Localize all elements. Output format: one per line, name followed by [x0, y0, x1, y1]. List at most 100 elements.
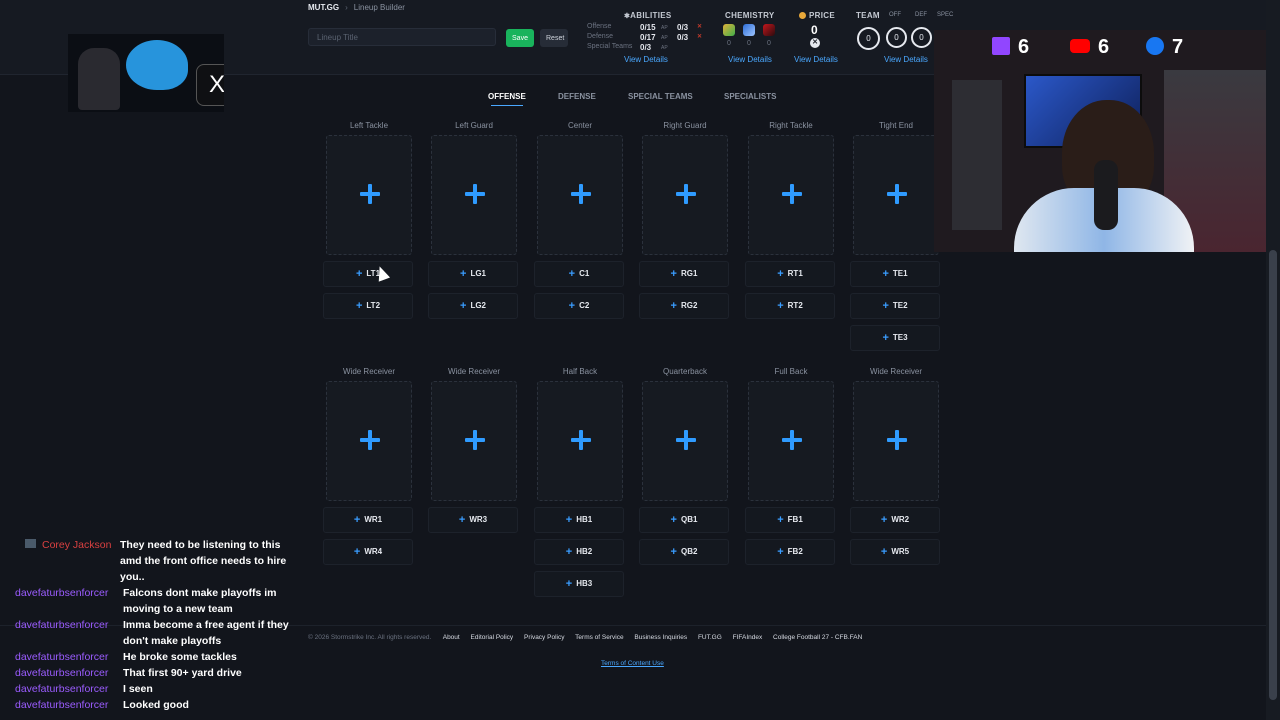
- ability-ap-unit: AP: [661, 45, 668, 51]
- chat-username: davefaturbsenforcer: [15, 619, 109, 631]
- depth-slot-button[interactable]: + RG1: [639, 261, 729, 287]
- footer-link-editorial-policy[interactable]: Editorial Policy: [471, 634, 514, 641]
- player-card-slot[interactable]: [537, 381, 623, 501]
- depth-slot-label: TE3: [892, 333, 908, 342]
- terms-of-content-use-link[interactable]: Terms of Content Use: [601, 660, 664, 667]
- player-card-slot[interactable]: [537, 135, 623, 255]
- tab-defense[interactable]: DEFENSE: [558, 92, 596, 101]
- ability-ap-unit: AP: [661, 35, 668, 41]
- depth-slot-label: LG2: [470, 301, 486, 310]
- abilities-view-details-link[interactable]: View Details: [624, 55, 668, 64]
- depth-slot-button[interactable]: + HB1: [534, 507, 624, 533]
- depth-slot-button[interactable]: + QB1: [639, 507, 729, 533]
- plus-icon: +: [880, 514, 888, 526]
- depth-slot-button[interactable]: + WR4: [323, 539, 413, 565]
- footer: © 2026 Stormstrike Inc. All rights reser…: [308, 634, 871, 641]
- add-player-icon: [465, 430, 485, 450]
- footer-link-business-inquiries[interactable]: Business Inquiries: [634, 634, 687, 641]
- player-card-slot[interactable]: [326, 135, 412, 255]
- depth-slot-button[interactable]: + TE1: [850, 261, 940, 287]
- footer-link-fifaindex[interactable]: FIFAIndex: [733, 634, 763, 641]
- depth-slot-button[interactable]: + RG2: [639, 293, 729, 319]
- depth-slot-button[interactable]: + C1: [534, 261, 624, 287]
- twitch-icon: [992, 37, 1010, 55]
- player-card-slot[interactable]: [431, 135, 517, 255]
- depth-slot-button[interactable]: + LT2: [323, 293, 413, 319]
- depth-slot-button[interactable]: + WR5: [850, 539, 940, 565]
- tab-offense[interactable]: OFFENSE: [488, 92, 526, 101]
- chat-message: davefaturbsenforcer I seen: [15, 681, 305, 697]
- breadcrumb-page[interactable]: Lineup Builder: [354, 3, 405, 12]
- player-card-slot[interactable]: [748, 135, 834, 255]
- add-player-icon: [360, 184, 380, 204]
- chemistry-view-details-link[interactable]: View Details: [728, 55, 772, 64]
- depth-slot-button[interactable]: + WR3: [428, 507, 518, 533]
- team-view-details-link[interactable]: View Details: [884, 55, 928, 64]
- footer-link-cfb-fan[interactable]: College Football 27 - CFB.FAN: [773, 634, 862, 641]
- ability-ap-unit: AP: [661, 25, 668, 31]
- save-button[interactable]: Save: [506, 29, 534, 47]
- chat-username: davefaturbsenforcer: [15, 699, 109, 711]
- player-card-slot[interactable]: [853, 135, 939, 255]
- depth-slot-button[interactable]: + FB1: [745, 507, 835, 533]
- plus-icon: +: [458, 514, 466, 526]
- chemistry-team-logo-icon: [763, 24, 775, 36]
- depth-slot-button[interactable]: + HB2: [534, 539, 624, 565]
- depth-slot-label: WR5: [891, 547, 910, 556]
- add-player-icon: [676, 430, 696, 450]
- depth-slot-button[interactable]: + LG1: [428, 261, 518, 287]
- position-label: Full Back: [774, 367, 808, 376]
- chat-username: davefaturbsenforcer: [15, 683, 109, 695]
- depth-slot-button[interactable]: + RT1: [745, 261, 835, 287]
- depth-slot-label: C2: [579, 301, 590, 310]
- tab-specialists[interactable]: SPECIALISTS: [724, 92, 776, 101]
- chat-text: Falcons dont make playoffs im moving to …: [123, 587, 277, 615]
- tab-special-teams[interactable]: SPECIAL TEAMS: [628, 92, 693, 101]
- webcam-overlay: [934, 30, 1266, 252]
- depth-slot-button[interactable]: + WR1: [323, 507, 413, 533]
- footer-link-about[interactable]: About: [443, 634, 460, 641]
- depth-slot-button[interactable]: + WR2: [850, 507, 940, 533]
- breadcrumb-site[interactable]: MUT.GG: [308, 3, 339, 12]
- plus-icon: +: [777, 546, 784, 558]
- depth-slot-button[interactable]: + C2: [534, 293, 624, 319]
- youtube-icon: [1070, 39, 1090, 53]
- depth-slot-button[interactable]: + LG2: [428, 293, 518, 319]
- player-card-slot[interactable]: [326, 381, 412, 501]
- depth-slot-button[interactable]: + QB2: [639, 539, 729, 565]
- page-scrollbar[interactable]: [1266, 0, 1280, 720]
- plus-icon: +: [882, 332, 889, 344]
- depth-slot-button[interactable]: + LT1: [323, 261, 413, 287]
- footer-link-privacy-policy[interactable]: Privacy Policy: [524, 634, 564, 641]
- lineup-title-input[interactable]: [308, 28, 496, 46]
- reset-button[interactable]: Reset: [540, 29, 568, 47]
- chat-text: Imma become a free agent if they don't m…: [123, 619, 289, 647]
- price-view-details-link[interactable]: View Details: [794, 55, 838, 64]
- scrollbar-thumb[interactable]: [1269, 250, 1277, 700]
- plus-icon: +: [777, 300, 784, 312]
- depth-slot-button[interactable]: + FB2: [745, 539, 835, 565]
- footer-link-futgg[interactable]: FUT.GG: [698, 634, 722, 641]
- chat-text: Looked good: [123, 699, 189, 711]
- team-heading: TEAM: [856, 11, 880, 20]
- depth-slot-label: RG2: [680, 301, 698, 310]
- plus-icon: +: [355, 268, 363, 280]
- player-card-slot[interactable]: [642, 381, 728, 501]
- facebook-follower-count: 7: [1146, 36, 1183, 59]
- plus-icon: +: [880, 546, 888, 558]
- depth-slot-button[interactable]: + HB3: [534, 571, 624, 597]
- depth-slot-label: RT2: [787, 301, 803, 310]
- player-card-slot[interactable]: [642, 135, 728, 255]
- footer-link-terms-of-service[interactable]: Terms of Service: [575, 634, 623, 641]
- player-card-slot[interactable]: [431, 381, 517, 501]
- player-card-slot[interactable]: [853, 381, 939, 501]
- depth-slot-button[interactable]: + TE2: [850, 293, 940, 319]
- microphone: [1094, 160, 1118, 230]
- ability-warning-icon: ✕: [697, 34, 703, 40]
- player-card-slot[interactable]: [748, 381, 834, 501]
- ability-label-defense: Defense: [587, 33, 614, 40]
- depth-slot-button[interactable]: + TE3: [850, 325, 940, 351]
- plus-icon: +: [670, 300, 677, 312]
- depth-slot-label: WR2: [891, 515, 910, 524]
- depth-slot-button[interactable]: + RT2: [745, 293, 835, 319]
